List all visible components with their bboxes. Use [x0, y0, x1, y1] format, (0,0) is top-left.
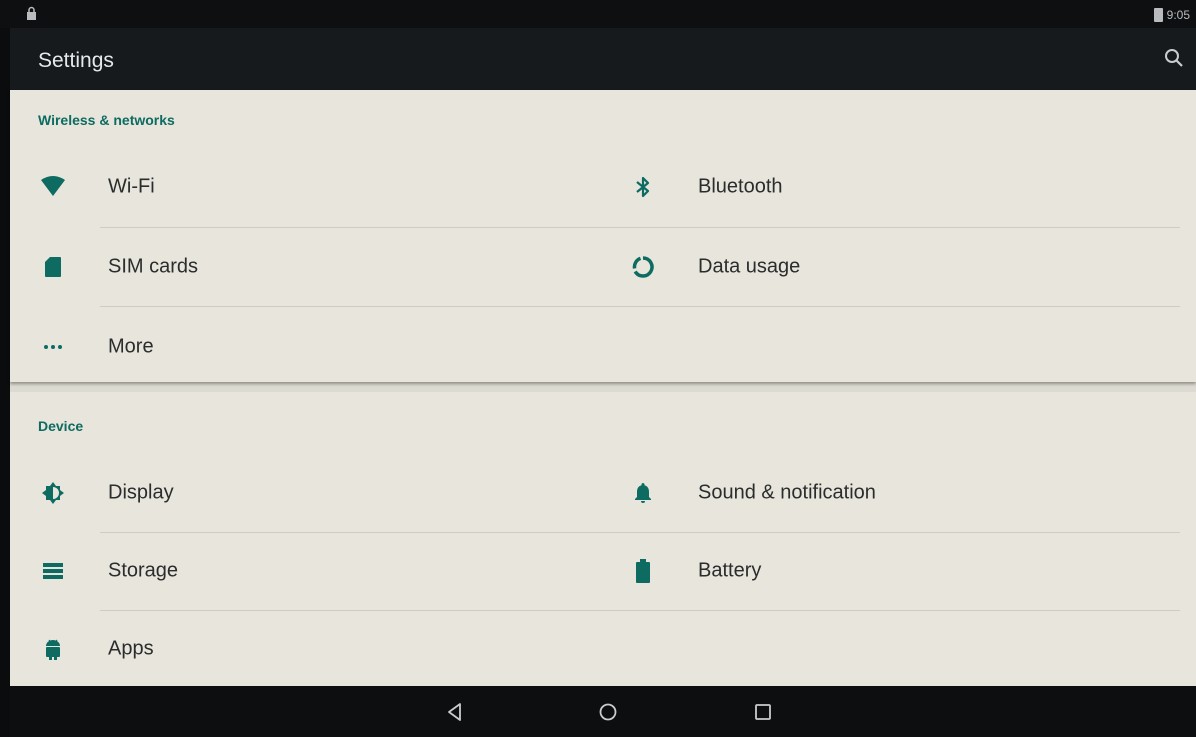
settings-item-label: Display: [108, 481, 174, 504]
battery-icon: [630, 558, 656, 584]
settings-item-label: Apps: [108, 637, 154, 660]
settings-item-data-usage[interactable]: Data usage: [600, 228, 1180, 306]
settings-item-display[interactable]: Display: [10, 454, 600, 532]
bluetooth-icon: [630, 174, 656, 200]
settings-item-label: SIM cards: [108, 255, 199, 278]
status-bar: 9:05: [0, 0, 1196, 28]
section-title-wireless: Wireless & networks: [38, 112, 175, 128]
wifi-icon: [40, 174, 66, 200]
battery-status-icon: [1153, 8, 1163, 22]
device-section: Device Display Sound & notification Stor…: [10, 392, 1196, 686]
more-dots-icon: [40, 334, 66, 360]
settings-item-label: Bluetooth: [698, 175, 783, 198]
divider: [100, 306, 1180, 307]
page-title: Settings: [38, 49, 114, 72]
settings-item-label: Wi-Fi: [108, 175, 155, 198]
status-time: 9:05: [1166, 8, 1190, 22]
settings-item-sound[interactable]: Sound & notification: [600, 454, 1180, 532]
settings-item-storage[interactable]: Storage: [10, 532, 600, 610]
settings-item-battery[interactable]: Battery: [600, 532, 1180, 610]
settings-item-wifi[interactable]: Wi-Fi: [10, 148, 600, 226]
bell-icon: [630, 480, 656, 506]
sim-card-icon: [40, 254, 66, 280]
android-icon: [40, 636, 66, 662]
navigation-bar: [10, 686, 1196, 737]
storage-icon: [40, 558, 66, 584]
search-icon[interactable]: [1162, 46, 1186, 70]
settings-item-label: Storage: [108, 559, 179, 582]
back-icon[interactable]: [443, 700, 467, 724]
app-bar: Settings: [10, 28, 1196, 90]
brightness-icon: [40, 480, 66, 506]
section-title-device: Device: [38, 418, 84, 434]
settings-item-apps[interactable]: Apps: [10, 610, 600, 688]
home-icon[interactable]: [596, 700, 620, 724]
settings-item-label: Battery: [698, 559, 762, 582]
settings-item-more[interactable]: More: [10, 308, 600, 386]
wireless-section: Wireless & networks Wi-Fi Bluetooth SIM …: [10, 90, 1196, 382]
recents-icon[interactable]: [751, 700, 775, 724]
settings-item-sim-cards[interactable]: SIM cards: [10, 228, 600, 306]
settings-item-label: Sound & notification: [698, 481, 876, 504]
settings-item-label: More: [108, 335, 154, 358]
settings-content: Wireless & networks Wi-Fi Bluetooth SIM …: [10, 90, 1196, 686]
settings-item-bluetooth[interactable]: Bluetooth: [600, 148, 1180, 226]
settings-item-label: Data usage: [698, 255, 801, 278]
lock-icon: [27, 6, 36, 20]
data-usage-icon: [630, 254, 656, 280]
